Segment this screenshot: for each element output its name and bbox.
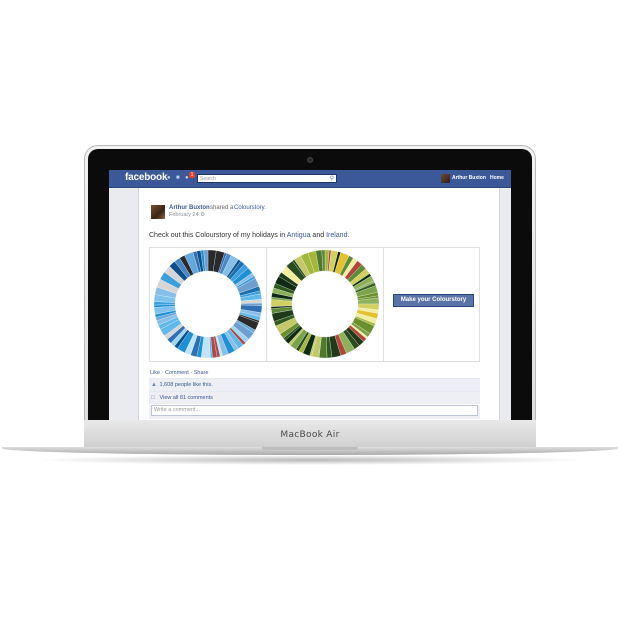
- notification-badge: 1: [189, 172, 195, 178]
- post-message: Check out this Colourstory of my holiday…: [149, 232, 349, 239]
- ireland-colour-wheel: [270, 249, 380, 359]
- antigua-link[interactable]: Antigua: [287, 232, 311, 239]
- feedback-section: Like · Comment · Share ▲ 1,608 people li…: [149, 368, 480, 419]
- ufi-actions: Like · Comment · Share: [150, 370, 209, 376]
- comment-composer: Write a comment...: [149, 405, 480, 419]
- search-icon[interactable]: ⚲: [330, 175, 334, 183]
- likes-count[interactable]: 1,608 people like this.: [160, 382, 213, 388]
- ireland-donut-cell[interactable]: [267, 248, 384, 361]
- view-comments-row[interactable]: □ View all 81 comments: [149, 391, 480, 404]
- screen: facebook ● ■ ● 1 Search ⚲ Arthur Buxton …: [109, 170, 511, 420]
- user-avatar[interactable]: [441, 174, 450, 183]
- antigua-colour-wheel: [153, 249, 263, 359]
- post-shared-text: shared a: [210, 205, 234, 211]
- comment-placeholder: Write a comment...: [154, 407, 201, 413]
- share-link[interactable]: Share: [194, 370, 209, 376]
- make-colourstory-button[interactable]: Make your Colourstory: [393, 294, 474, 307]
- colourstory-attachment: Make your Colourstory: [149, 247, 480, 362]
- search-input[interactable]: Search ⚲: [197, 174, 337, 183]
- search-placeholder: Search: [200, 176, 216, 182]
- device-brand: MacBook Air: [280, 430, 340, 440]
- post-author[interactable]: Arthur Buxton: [169, 205, 210, 211]
- post-date-text: February 24: [169, 212, 199, 218]
- like-link[interactable]: Like: [150, 370, 160, 376]
- nav-home-link[interactable]: Home: [490, 175, 504, 181]
- thumbs-up-icon: ▲: [151, 382, 157, 388]
- nav-user-name[interactable]: Arthur Buxton: [452, 175, 486, 181]
- laptop-shadow: [30, 455, 590, 465]
- privacy-icon[interactable]: ⚙: [200, 212, 205, 218]
- facebook-navbar: facebook ● ■ ● 1 Search ⚲ Arthur Buxton …: [109, 170, 511, 188]
- post-app-link[interactable]: Colourstory.: [234, 205, 266, 211]
- author-avatar[interactable]: [151, 205, 165, 219]
- camera-icon: [307, 157, 313, 163]
- comment-link[interactable]: Comment: [165, 370, 189, 376]
- post-text-suffix: .: [347, 232, 350, 239]
- messages-icon[interactable]: ■: [176, 175, 183, 182]
- antigua-donut-cell[interactable]: [150, 248, 267, 361]
- facebook-logo[interactable]: facebook: [125, 172, 168, 183]
- comment-input[interactable]: Write a comment...: [151, 405, 478, 416]
- post-date[interactable]: February 24 ⚙: [169, 212, 205, 218]
- friend-requests-icon[interactable]: ●: [167, 175, 174, 182]
- post-text-and: and: [310, 232, 327, 239]
- comment-icon: □: [151, 395, 155, 401]
- news-feed-story: Arthur Buxton shared a Colourstory. Febr…: [138, 188, 500, 420]
- likes-row[interactable]: ▲ 1,608 people like this.: [149, 378, 480, 391]
- laptop-notch: [262, 447, 358, 450]
- post-text-prefix: Check out this Colourstory of my holiday…: [149, 232, 287, 239]
- ireland-link[interactable]: Ireland: [326, 232, 347, 239]
- view-comments-link[interactable]: View all 81 comments: [160, 395, 213, 401]
